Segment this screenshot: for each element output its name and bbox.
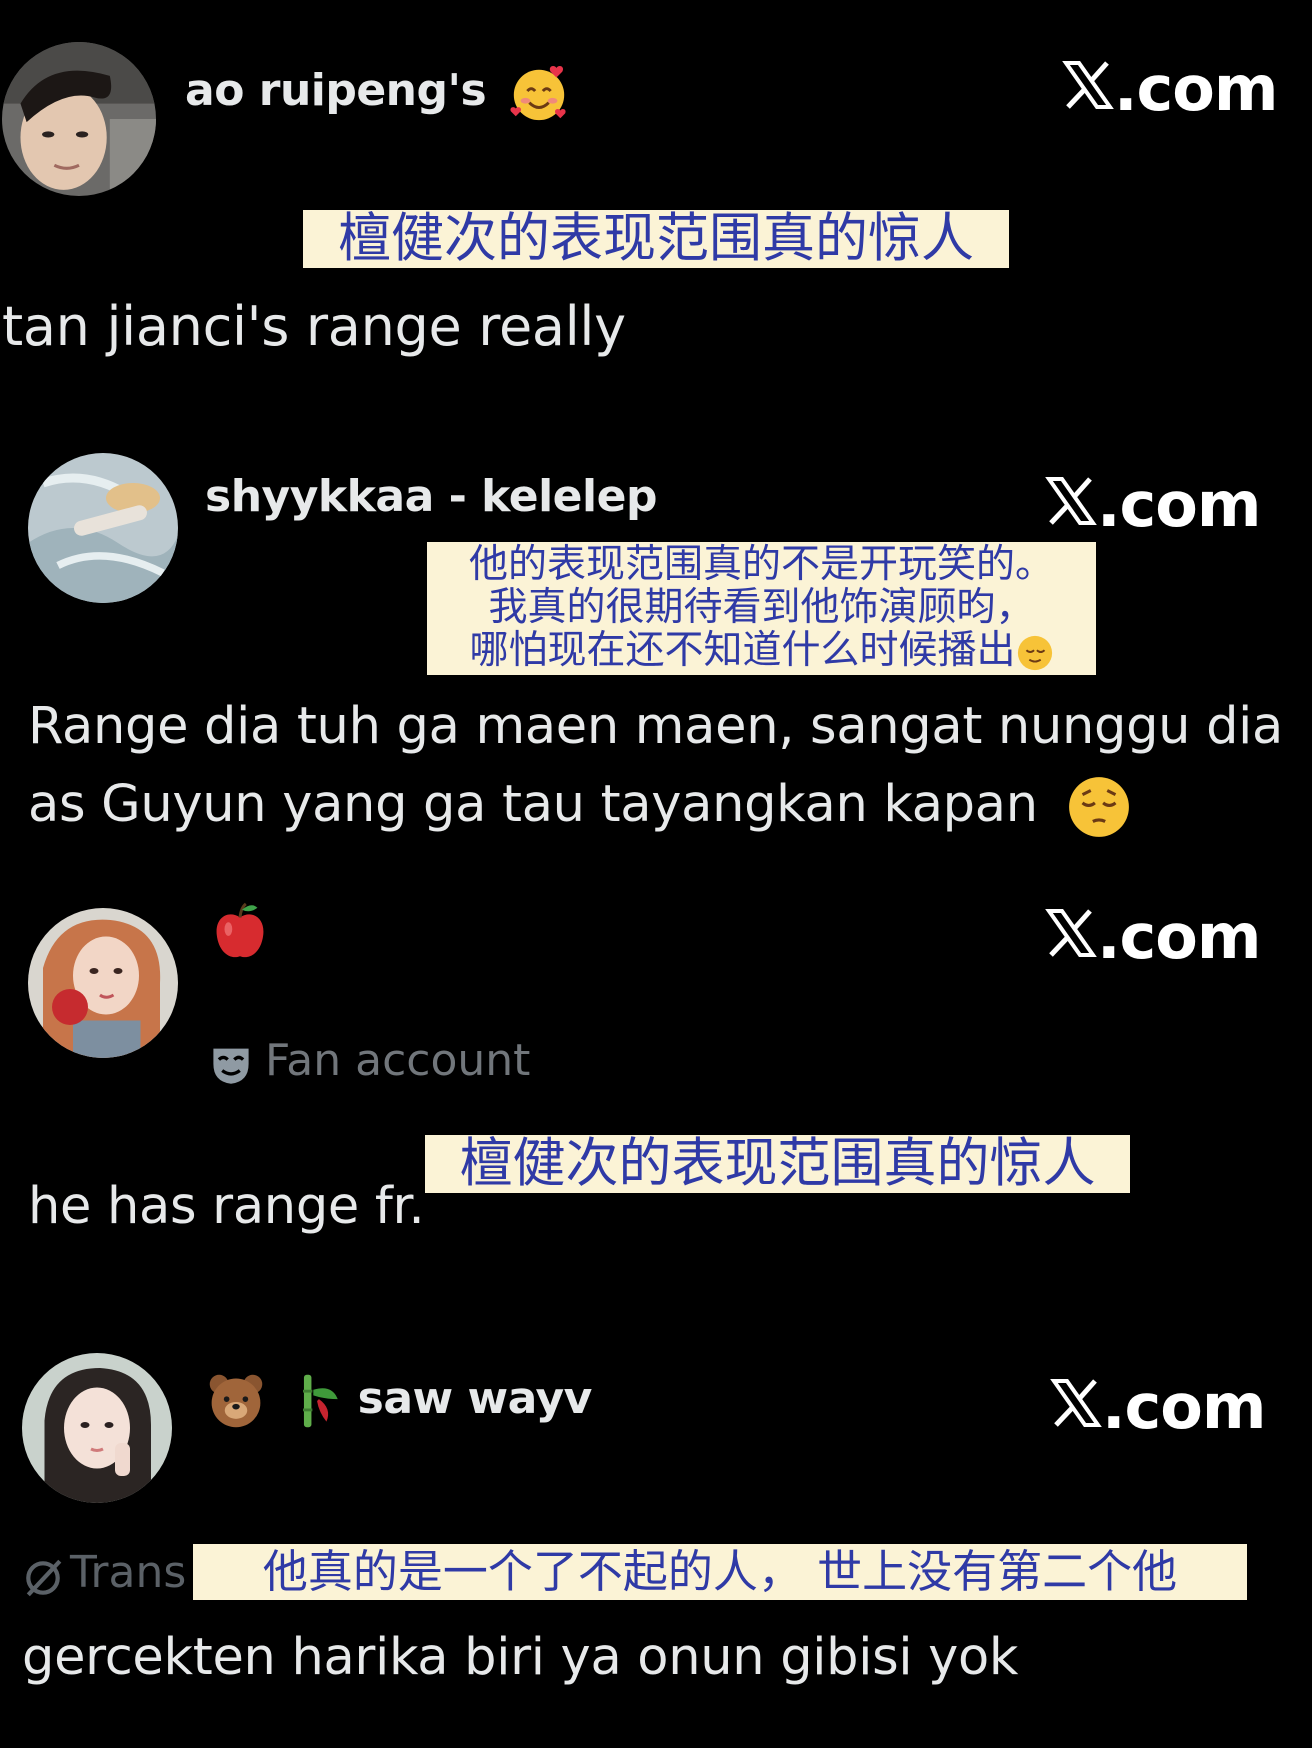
site-label: .com	[1102, 1370, 1267, 1443]
username[interactable]: ao ruipeng's	[185, 60, 571, 124]
post-text: he has range fr.	[28, 1177, 425, 1236]
translation-highlight: 檀健次的表现范围真的惊人	[303, 210, 1009, 268]
translation-line: 哪怕现在还不知道什么时候播出	[427, 629, 1096, 672]
avatar-image	[28, 908, 178, 1058]
x-logo-icon	[1062, 54, 1114, 124]
red-apple-icon	[209, 900, 271, 962]
translate-label: Trans	[70, 1547, 187, 1598]
username-text: ao ruipeng's	[185, 65, 487, 116]
post-text: gercekten harika biri ya onun gibisi yok	[22, 1628, 1019, 1687]
post-4: saw wayv .com Trans 他真的是一个了不起的人， 世上没有第二个…	[0, 1340, 1312, 1748]
site-label: .com	[1097, 900, 1262, 973]
avatar[interactable]	[2, 42, 156, 196]
post-1: ao ruipeng's .com 檀健次的表现范围真的惊人 tan jianc…	[0, 0, 1312, 380]
x-com-logo[interactable]: .com	[1062, 52, 1279, 125]
post-text-line: as Guyun yang ga tau tayangkan kapan	[28, 770, 1132, 840]
no-translate-icon	[22, 1554, 64, 1597]
x-com-logo[interactable]: .com	[1050, 1370, 1267, 1443]
x-logo-icon	[1045, 470, 1097, 540]
translation-highlight: 他的表现范围真的不是开玩笑的。 我真的很期待看到他饰演顾昀， 哪怕现在还不知道什…	[427, 542, 1096, 675]
translation-highlight: 他真的是一个了不起的人， 世上没有第二个他	[193, 1544, 1247, 1600]
post-3: .com Fan account 檀健次的表现范围真的惊人 he has ran…	[0, 890, 1312, 1270]
fan-account-label: Fan account	[265, 1035, 531, 1086]
post-2: shyykkaa - kelelep .com 他的表现范围真的不是开玩笑的。 …	[0, 440, 1312, 860]
fan-account-badge: Fan account	[209, 1030, 530, 1092]
pensive-face-icon	[1066, 774, 1132, 840]
theater-mask-icon	[209, 1041, 253, 1085]
bear-face-icon	[206, 1371, 266, 1431]
post-text: tan jianci's range really	[2, 295, 626, 358]
x-com-logo[interactable]: .com	[1045, 900, 1262, 973]
smiling-face-with-hearts-icon	[507, 62, 571, 124]
username-text: shyykkaa - kelelep	[205, 471, 657, 522]
avatar[interactable]	[28, 908, 178, 1058]
bamboo-icon	[293, 1371, 343, 1431]
avatar[interactable]	[28, 453, 178, 603]
username[interactable]: shyykkaa - kelelep	[205, 466, 657, 528]
translation-line: 他的表现范围真的不是开玩笑的。	[468, 542, 1054, 587]
avatar[interactable]	[22, 1353, 172, 1503]
avatar-image	[22, 1353, 172, 1503]
relieved-face-icon	[1016, 634, 1054, 672]
site-label: .com	[1097, 468, 1262, 541]
x-com-logo[interactable]: .com	[1045, 468, 1262, 541]
translate-indicator[interactable]: Trans	[22, 1542, 186, 1604]
site-label: .com	[1114, 52, 1279, 125]
translation-line: 我真的很期待看到他饰演顾昀，	[488, 585, 1035, 630]
avatar-image	[28, 453, 178, 603]
avatar-image	[2, 42, 156, 196]
username-text: saw wayv	[357, 1373, 593, 1424]
translation-highlight: 檀健次的表现范围真的惊人	[425, 1135, 1130, 1193]
x-logo-icon	[1050, 1372, 1102, 1442]
x-logo-icon	[1045, 902, 1097, 972]
post-text-line: Range dia tuh ga maen maen, sangat nungg…	[28, 697, 1283, 756]
username[interactable]: saw wayv	[206, 1368, 592, 1431]
